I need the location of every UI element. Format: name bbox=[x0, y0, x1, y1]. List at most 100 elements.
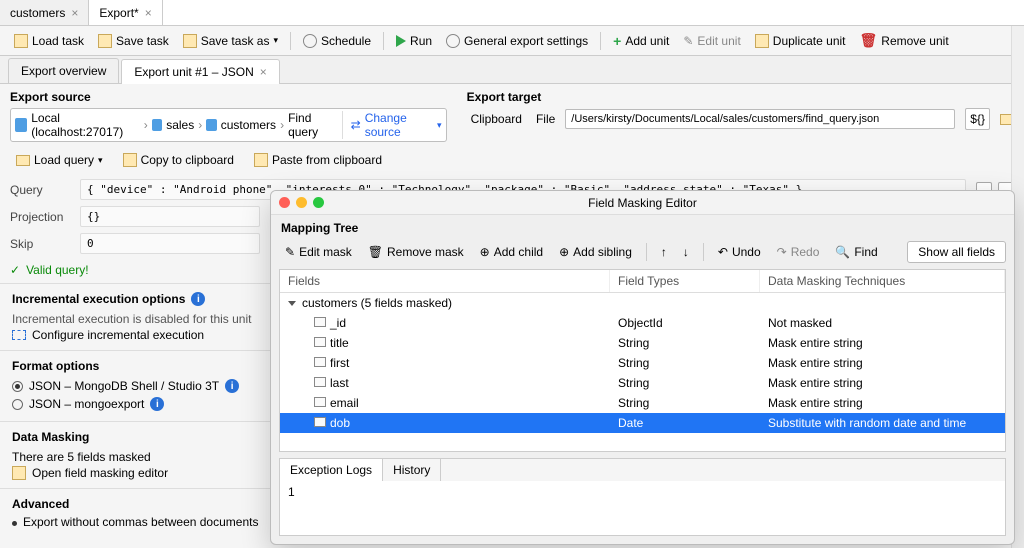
field-masking-editor-window: Field Masking Editor Mapping Tree ✎Edit … bbox=[270, 190, 1015, 545]
duplicate-unit-button[interactable]: Duplicate unit bbox=[749, 31, 852, 51]
separator bbox=[600, 32, 601, 50]
pencil-icon: ✎ bbox=[683, 34, 693, 48]
skip-label: Skip bbox=[10, 237, 70, 251]
col-masking[interactable]: Data Masking Techniques bbox=[760, 270, 1005, 292]
mask-icon bbox=[12, 466, 26, 480]
radio-clipboard[interactable]: Clipboard bbox=[467, 112, 522, 126]
source-crumb[interactable]: Local (localhost:27017) › sales › custom… bbox=[10, 108, 447, 142]
export-target-title: Export target bbox=[467, 90, 1014, 104]
folder-icon bbox=[14, 34, 28, 48]
info-icon[interactable]: i bbox=[150, 397, 164, 411]
col-fields[interactable]: Fields bbox=[280, 270, 610, 292]
chevron-down-icon: ▾ bbox=[98, 155, 103, 166]
arrow-up-icon: ↑ bbox=[661, 245, 667, 259]
folder-icon bbox=[16, 155, 30, 166]
pencil-icon: ✎ bbox=[285, 245, 295, 259]
remove-mask-button[interactable]: 🗑Remove mask bbox=[362, 242, 470, 262]
arrow-down-icon: ↓ bbox=[683, 245, 689, 259]
add-child-button[interactable]: ⊕Add child bbox=[474, 242, 549, 262]
schedule-button[interactable]: Schedule bbox=[297, 31, 377, 51]
remove-unit-button[interactable]: 🗑Remove unit bbox=[854, 29, 955, 52]
show-all-fields-button[interactable]: Show all fields bbox=[907, 241, 1006, 263]
radio-file[interactable]: File bbox=[532, 112, 555, 126]
mapping-tree-label: Mapping Tree bbox=[271, 215, 1014, 237]
window-minimize-button[interactable] bbox=[296, 197, 307, 208]
copy-icon bbox=[755, 34, 769, 48]
change-source-button[interactable]: ⇄ Change source ▾ bbox=[342, 111, 442, 139]
export-source-title: Export source bbox=[10, 90, 447, 104]
play-icon bbox=[396, 35, 406, 47]
disk-icon bbox=[183, 34, 197, 48]
close-icon[interactable]: × bbox=[71, 6, 78, 20]
query-label: Query bbox=[10, 183, 70, 197]
check-icon: ✓ bbox=[10, 263, 20, 277]
run-button[interactable]: Run bbox=[390, 31, 438, 51]
clock-icon bbox=[303, 34, 317, 48]
move-up-button[interactable]: ↑ bbox=[655, 242, 673, 262]
field-icon bbox=[314, 337, 326, 347]
copy-clipboard-button[interactable]: Copy to clipboard bbox=[117, 150, 240, 170]
close-icon[interactable]: × bbox=[260, 65, 267, 79]
edit-mask-button[interactable]: ✎Edit mask bbox=[279, 242, 358, 262]
load-query-button[interactable]: Load query▾ bbox=[10, 150, 109, 170]
skip-input[interactable]: 0 bbox=[80, 233, 260, 254]
crumb-database[interactable]: sales bbox=[166, 118, 194, 132]
save-task-as-button[interactable]: Save task as▾ bbox=[177, 31, 284, 51]
tab-exception-logs[interactable]: Exception Logs bbox=[280, 459, 383, 481]
info-icon[interactable]: i bbox=[191, 292, 205, 306]
table-row[interactable]: emailStringMask entire string bbox=[280, 393, 1005, 413]
col-types[interactable]: Field Types bbox=[610, 270, 760, 292]
plus-icon: + bbox=[613, 33, 621, 49]
table-row[interactable]: firstStringMask entire string bbox=[280, 353, 1005, 373]
close-icon[interactable]: × bbox=[145, 6, 152, 20]
table-row[interactable]: dobDateSubstitute with random date and t… bbox=[280, 413, 1005, 433]
table-row[interactable]: _idObjectIdNot masked bbox=[280, 313, 1005, 333]
copy-icon bbox=[123, 153, 137, 167]
undo-button[interactable]: ↶Undo bbox=[712, 242, 767, 262]
tab-export[interactable]: Export* × bbox=[89, 0, 162, 25]
main-toolbar: Load task Save task Save task as▾ Schedu… bbox=[0, 26, 1024, 56]
window-zoom-button[interactable] bbox=[313, 197, 324, 208]
find-button[interactable]: 🔍Find bbox=[829, 242, 883, 262]
add-unit-button[interactable]: +Add unit bbox=[607, 30, 675, 52]
add-child-icon: ⊕ bbox=[480, 245, 490, 259]
search-icon: 🔍 bbox=[835, 245, 850, 259]
info-icon[interactable]: i bbox=[225, 379, 239, 393]
log-tabs: Exception Logs History bbox=[279, 458, 1006, 481]
configure-icon bbox=[12, 330, 26, 340]
window-close-button[interactable] bbox=[279, 197, 290, 208]
general-settings-button[interactable]: General export settings bbox=[440, 31, 594, 51]
tab-history[interactable]: History bbox=[383, 459, 441, 481]
fields-table: Fields Field Types Data Masking Techniqu… bbox=[279, 269, 1006, 452]
move-down-button[interactable]: ↓ bbox=[677, 242, 695, 262]
database-icon bbox=[152, 119, 162, 131]
modal-toolbar: ✎Edit mask 🗑Remove mask ⊕Add child ⊕Add … bbox=[271, 237, 1014, 267]
tab-export-overview[interactable]: Export overview bbox=[8, 58, 119, 83]
gear-icon bbox=[446, 34, 460, 48]
add-sibling-button[interactable]: ⊕Add sibling bbox=[553, 242, 638, 262]
edit-unit-button: ✎Edit unit bbox=[677, 31, 746, 51]
paste-clipboard-button[interactable]: Paste from clipboard bbox=[248, 150, 388, 170]
tab-export-unit-1[interactable]: Export unit #1 – JSON× bbox=[121, 59, 279, 84]
crumb-findquery[interactable]: Find query bbox=[288, 111, 338, 139]
tab-customers[interactable]: customers × bbox=[0, 0, 89, 25]
field-icon bbox=[314, 417, 326, 427]
modal-title: Field Masking Editor bbox=[588, 196, 697, 210]
chevron-down-icon: ▾ bbox=[273, 35, 278, 46]
separator bbox=[383, 32, 384, 50]
save-task-button[interactable]: Save task bbox=[92, 31, 175, 51]
load-task-button[interactable]: Load task bbox=[8, 31, 90, 51]
table-row[interactable]: titleStringMask entire string bbox=[280, 333, 1005, 353]
table-row[interactable]: lastStringMask entire string bbox=[280, 373, 1005, 393]
field-icon bbox=[314, 357, 326, 367]
crumb-connection[interactable]: Local (localhost:27017) bbox=[31, 111, 139, 139]
target-path-input[interactable] bbox=[565, 109, 955, 129]
field-icon bbox=[314, 397, 326, 407]
redo-icon: ↷ bbox=[777, 245, 787, 259]
file-tabs: customers × Export* × bbox=[0, 0, 1024, 26]
projection-label: Projection bbox=[10, 210, 70, 224]
group-customers[interactable]: customers (5 fields masked) bbox=[280, 293, 1005, 313]
format-token-button[interactable]: ${} bbox=[965, 108, 990, 130]
crumb-collection[interactable]: customers bbox=[221, 118, 276, 132]
projection-input[interactable]: {} bbox=[80, 206, 260, 227]
